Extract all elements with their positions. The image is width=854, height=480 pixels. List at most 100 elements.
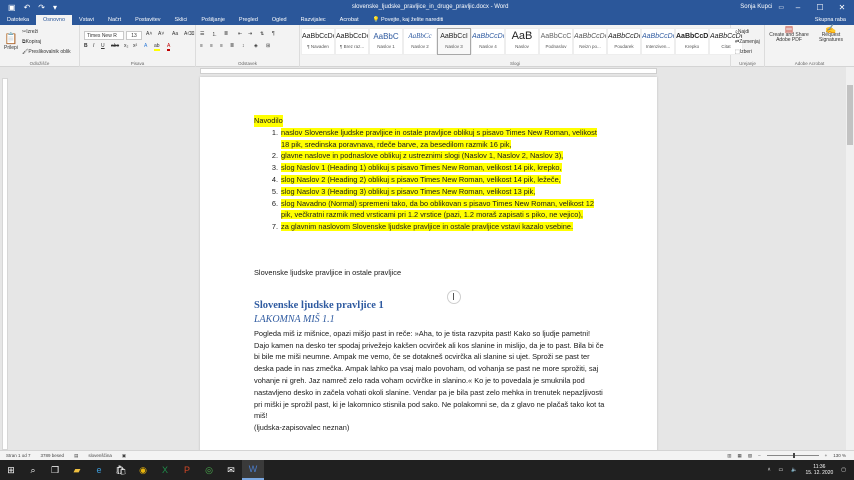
tab-layout[interactable]: Postavitev xyxy=(128,15,167,25)
multilevel-list-icon[interactable]: ≣ xyxy=(224,31,228,37)
show-marks-icon[interactable]: ¶ xyxy=(272,31,275,37)
vertical-ruler[interactable] xyxy=(2,78,8,450)
style-subtle-emphasis[interactable]: AaBbCcDc Neizn po... xyxy=(573,28,607,55)
tell-me-search[interactable]: 💡 Povejte, kaj želite narediti xyxy=(366,15,451,25)
style-heading-3[interactable]: AaBbCcI Naslov 3 xyxy=(437,28,471,55)
tab-design[interactable]: Načrt xyxy=(101,15,128,25)
read-mode-icon[interactable]: ▥ xyxy=(727,453,731,459)
format-painter-button[interactable]: 🖌 Preslikovalnik oblik xyxy=(22,48,71,56)
style-subtitle[interactable]: AaBbCcC Podnaslov xyxy=(539,28,573,55)
select-button[interactable]: ⬚ Izberi xyxy=(735,49,752,55)
bold-icon[interactable]: B xyxy=(84,43,88,49)
mail-icon[interactable]: ✉ xyxy=(220,460,242,480)
word-count[interactable]: 3789 besed xyxy=(41,453,65,459)
style-emphasis[interactable]: AaBbCcDc Poudarek xyxy=(607,28,641,55)
style-title[interactable]: AaB Naslov xyxy=(505,28,539,55)
excel-icon[interactable]: X xyxy=(154,460,176,480)
page-count[interactable]: Stran 1 od 7 xyxy=(6,453,31,459)
tab-references[interactable]: Sklici xyxy=(168,15,195,25)
line-spacing-icon[interactable]: ↕ xyxy=(242,43,245,49)
word-icon[interactable]: W xyxy=(242,460,264,480)
tab-insert[interactable]: Vstavi xyxy=(72,15,101,25)
justify-icon[interactable]: ≣ xyxy=(230,43,234,49)
horizontal-ruler[interactable] xyxy=(0,67,854,76)
font-color-icon[interactable]: A xyxy=(167,43,171,51)
text-effects-icon[interactable]: A xyxy=(144,43,147,49)
language[interactable]: slovenščina xyxy=(88,453,112,459)
create-share-pdf-button[interactable]: ▤ Create and Share Adobe PDF xyxy=(767,25,811,44)
vertical-scrollbar[interactable] xyxy=(846,67,854,450)
tab-home[interactable]: Osnovno xyxy=(36,15,73,25)
strikethrough-icon[interactable]: abc xyxy=(111,43,119,49)
shrink-font-icon[interactable]: A˅ xyxy=(158,31,164,37)
request-signatures-button[interactable]: ✍ Request Signatures xyxy=(811,25,851,44)
windows-start-icon[interactable]: ⊞ xyxy=(0,460,22,480)
minimize-button[interactable]: – xyxy=(790,3,806,12)
user-name[interactable]: Sonja Kupci xyxy=(740,4,772,10)
save-icon[interactable]: ▣ xyxy=(8,3,16,12)
camtasia-icon[interactable]: ◎ xyxy=(198,460,220,480)
align-center-icon[interactable]: ≡ xyxy=(210,43,213,49)
proofing-icon[interactable]: ▤ xyxy=(74,453,78,459)
ribbon-options-icon[interactable]: ▭ xyxy=(778,4,784,11)
maximize-button[interactable]: ☐ xyxy=(812,3,828,12)
align-left-icon[interactable]: ≡ xyxy=(200,43,203,49)
subscript-icon[interactable]: x₂ xyxy=(124,43,128,49)
file-explorer-icon[interactable]: ▰ xyxy=(66,460,88,480)
font-size-select[interactable]: 13 xyxy=(126,31,142,40)
store-icon[interactable]: 🛍 xyxy=(110,460,132,480)
highlight-icon[interactable]: ab xyxy=(154,43,160,51)
italic-icon[interactable]: I xyxy=(93,43,94,49)
edge-icon[interactable]: e xyxy=(88,460,110,480)
style-heading-2[interactable]: AaBbCc Naslov 2 xyxy=(403,28,437,55)
borders-icon[interactable]: ⊞ xyxy=(266,43,270,49)
bullets-icon[interactable]: ☰ xyxy=(200,31,204,37)
web-layout-icon[interactable]: ▧ xyxy=(748,453,752,459)
style-normal[interactable]: AaBbCcDc ¶ Navaden xyxy=(301,28,335,55)
chrome-icon[interactable]: ◉ xyxy=(132,460,154,480)
undo-icon[interactable]: ↶ xyxy=(24,3,31,12)
tab-view[interactable]: Ogled xyxy=(265,15,294,25)
search-icon[interactable]: ⌕ xyxy=(22,460,44,480)
replace-button[interactable]: ⇄ Zamenjaj xyxy=(735,39,760,45)
copy-button[interactable]: ⧉ Kopiraj xyxy=(22,38,41,46)
style-heading-1[interactable]: AaBbC Naslov 1 xyxy=(369,28,403,55)
decrease-indent-icon[interactable]: ⇤ xyxy=(238,31,242,37)
tab-acrobat[interactable]: Acrobat xyxy=(333,15,366,25)
clock[interactable]: 11:36 15. 12. 2020 xyxy=(805,464,833,476)
numbering-icon[interactable]: ⒈ xyxy=(212,31,217,38)
style-no-spacing[interactable]: AaBbCcDc ¶ Brez raz... xyxy=(335,28,369,55)
task-view-icon[interactable]: ❐ xyxy=(44,460,66,480)
scrollbar-thumb[interactable] xyxy=(847,85,853,145)
sort-icon[interactable]: ⇅ xyxy=(260,31,264,37)
volume-icon[interactable]: 🔈 xyxy=(791,467,797,473)
customize-qat-icon[interactable]: ▾ xyxy=(53,3,57,12)
change-case-icon[interactable]: Aa xyxy=(172,31,178,37)
tab-mailings[interactable]: Pošiljanje xyxy=(194,15,232,25)
align-right-icon[interactable]: ≡ xyxy=(220,43,223,49)
tab-review[interactable]: Pregled xyxy=(232,15,265,25)
macro-icon[interactable]: ▣ xyxy=(122,453,126,459)
superscript-icon[interactable]: x² xyxy=(133,43,137,49)
paste-button[interactable]: 📋 Prilepi xyxy=(3,28,19,54)
find-button[interactable]: ⌕ Najdi xyxy=(735,29,749,35)
tray-arrow-icon[interactable]: ˄ xyxy=(768,467,771,473)
style-intense-emphasis[interactable]: AaBbCcDc Intenziven... xyxy=(641,28,675,55)
style-strong[interactable]: AaBbCcDcKrepko xyxy=(675,28,709,55)
cut-button[interactable]: ✂ Izreži xyxy=(22,28,38,36)
zoom-slider[interactable] xyxy=(766,453,819,458)
print-layout-icon[interactable]: ▦ xyxy=(738,453,742,459)
grow-font-icon[interactable]: A˄ xyxy=(146,31,152,37)
font-name-select[interactable]: Times New R xyxy=(84,31,124,40)
close-button[interactable]: ✕ xyxy=(834,3,850,12)
zoom-out-icon[interactable]: – xyxy=(758,453,761,458)
document-body[interactable]: Navodilo 1. naslov Slovenske ljudske prav… xyxy=(254,115,606,434)
tab-developer[interactable]: Razvijalec xyxy=(294,15,333,25)
notifications-icon[interactable]: ▢ xyxy=(841,467,846,473)
style-heading-4[interactable]: AaBbCcDc Naslov 4 xyxy=(471,28,505,55)
underline-icon[interactable]: U xyxy=(101,43,105,49)
shading-icon[interactable]: ◈ xyxy=(254,43,258,49)
network-icon[interactable]: ▭ xyxy=(778,467,783,473)
redo-icon[interactable]: ↷ xyxy=(38,3,45,12)
tab-file[interactable]: Datoteka xyxy=(0,15,36,25)
